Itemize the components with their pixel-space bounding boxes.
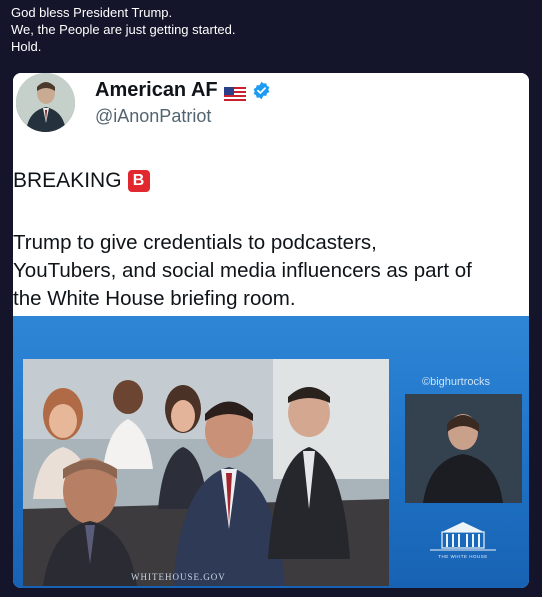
tweet-body-line: YouTubers, and social media influencers … bbox=[13, 259, 472, 282]
briefing-room-photo bbox=[23, 359, 389, 586]
tweet-body-line: the White House briefing room. bbox=[13, 287, 296, 310]
handle: @iAnonPatriot bbox=[95, 106, 212, 126]
display-name: American AF bbox=[95, 79, 271, 102]
avatar bbox=[16, 73, 75, 132]
breaking-line: BREAKING B bbox=[13, 169, 150, 193]
white-house-logo-text: THE WHITE HOUSE bbox=[438, 554, 488, 559]
briefing-room-image: WHITEHOUSE.GOV ©bighurtrocks THE WHITE H… bbox=[13, 316, 529, 588]
tweet-body-line: Trump to give credentials to podcasters, bbox=[13, 231, 377, 254]
breaking-label: BREAKING bbox=[13, 169, 122, 192]
post-line: Hold. bbox=[11, 39, 42, 54]
watermark-left: WHITEHOUSE.GOV bbox=[131, 572, 226, 582]
tweet-body: Trump to give credentials to podcasters,… bbox=[13, 229, 529, 313]
display-name-text: American AF bbox=[95, 79, 218, 101]
attached-image[interactable]: American AF @iAnonPatriot BREAKING B Tru… bbox=[13, 73, 529, 588]
sign-language-interpreter bbox=[405, 394, 522, 503]
post-line: We, the People are just getting started. bbox=[11, 22, 236, 37]
verified-badge-icon bbox=[252, 81, 271, 100]
b-button-icon: B bbox=[127, 170, 150, 192]
tweet-screenshot: American AF @iAnonPatriot BREAKING B Tru… bbox=[13, 73, 529, 316]
us-flag-icon bbox=[223, 84, 246, 101]
watermark-right: ©bighurtrocks bbox=[422, 376, 491, 388]
post-line: God bless President Trump. bbox=[11, 5, 173, 20]
post-text: God bless President Trump. We, the Peopl… bbox=[11, 4, 236, 55]
